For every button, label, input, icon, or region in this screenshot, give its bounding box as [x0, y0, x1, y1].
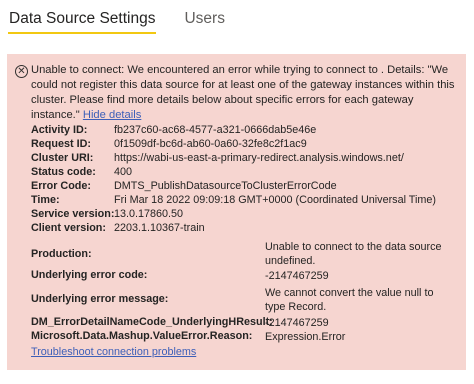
- detail-value: fb237c60-ac68-4577-a321-0666dab5e46e: [114, 124, 317, 136]
- detail-value: 13.0.17860.50: [114, 208, 184, 220]
- hide-details-link[interactable]: Hide details: [83, 109, 141, 121]
- detail-value: https://wabi-us-east-a-primary-redirect.…: [114, 152, 404, 164]
- gateway-value: Unable to connect to the data source und…: [265, 241, 442, 267]
- gateway-value: -2147467259: [265, 317, 329, 329]
- detail-key: Request ID:: [31, 138, 91, 150]
- tab-bar: Data Source Settings Users: [8, 0, 253, 34]
- detail-key: Activity ID:: [31, 124, 88, 136]
- detail-value: DMTS_PublishDatasourceToClusterErrorCode: [114, 180, 337, 192]
- detail-value: Fri Mar 18 2022 09:09:18 GMT+0000 (Coord…: [114, 194, 436, 206]
- error-panel: ✕ Unable to connect: We encountered an e…: [7, 54, 466, 370]
- tab-users[interactable]: Users: [183, 10, 225, 34]
- gateway-key: Underlying error code:: [31, 269, 148, 281]
- detail-key: Service version:: [31, 208, 115, 220]
- gateway-key: Microsoft.Data.Mashup.ValueError.Reason:: [31, 330, 253, 342]
- troubleshoot-link[interactable]: Troubleshoot connection problems: [31, 346, 196, 358]
- detail-value: 0f1509df-bc6d-ab60-0a60-32fe8c2f1ac9: [114, 138, 307, 150]
- detail-key: Status code:: [31, 166, 96, 178]
- detail-key: Error Code:: [31, 180, 91, 192]
- detail-value: 2203.1.10367-train: [114, 222, 205, 234]
- detail-key: Cluster URI:: [31, 152, 94, 164]
- detail-value: 400: [114, 166, 133, 178]
- gateway-key: Underlying error message:: [31, 293, 169, 305]
- detail-key: Client version:: [31, 222, 106, 234]
- error-message: Unable to connect: We encountered an err…: [31, 63, 459, 123]
- gateway-value: Expression.Error: [265, 331, 346, 343]
- gateway-key: Production:: [31, 248, 92, 260]
- detail-key: Time:: [31, 194, 60, 206]
- tab-data-source-settings[interactable]: Data Source Settings: [8, 10, 157, 34]
- gateway-value: -2147467259: [265, 270, 329, 282]
- error-circle-icon: ✕: [15, 65, 28, 78]
- gateway-value: We cannot convert the value null to type…: [265, 287, 434, 313]
- gateway-key: DM_ErrorDetailNameCode_UnderlyingHResult…: [31, 316, 273, 328]
